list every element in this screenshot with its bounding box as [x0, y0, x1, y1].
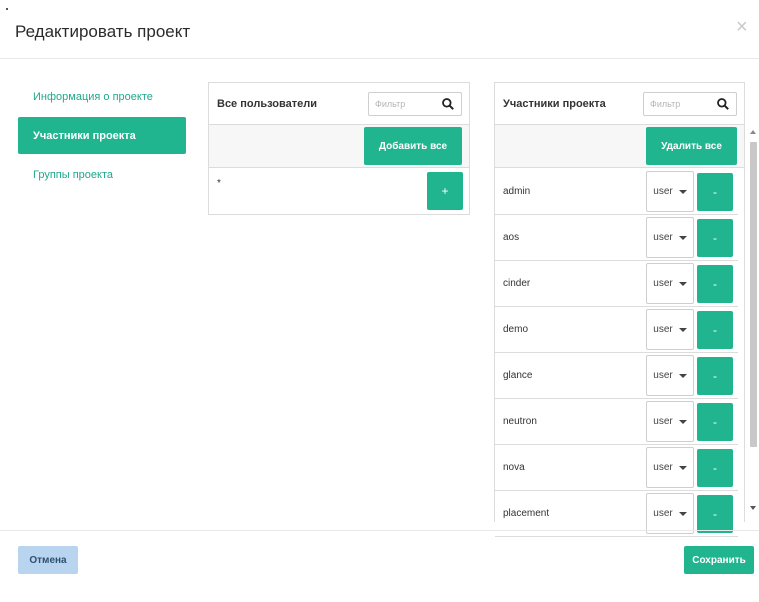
header-divider — [0, 58, 759, 59]
nav-item-label: Информация о проекте — [33, 90, 153, 103]
table-row: neutron user - — [495, 399, 738, 445]
remove-member-button[interactable]: - — [697, 218, 733, 257]
scroll-down-icon[interactable] — [750, 506, 756, 510]
role-value: user — [653, 324, 673, 335]
members-list: admin user - aos user - cinder user - de… — [495, 169, 738, 602]
remove-member-button[interactable]: - — [697, 310, 733, 349]
all-users-panel: Все пользователи Добавить все * + — [208, 82, 470, 215]
role-select[interactable]: user — [646, 355, 694, 396]
table-row: glance user - — [495, 353, 738, 399]
cancel-button[interactable]: Отмена — [18, 546, 78, 574]
caret-down-icon — [678, 465, 687, 470]
role-select[interactable]: user — [646, 493, 694, 534]
caret-down-icon — [678, 281, 687, 286]
list-item: * + — [209, 168, 469, 214]
all-users-filter-input[interactable] — [375, 98, 441, 109]
caret-down-icon — [678, 235, 687, 240]
members-title: Участники проекта — [503, 97, 606, 110]
table-row: cinder user - — [495, 261, 738, 307]
modal-title: Редактировать проект — [15, 22, 191, 41]
member-name: admin — [503, 186, 531, 197]
members-filter — [643, 91, 737, 116]
member-name: cinder — [503, 278, 531, 289]
add-user-button[interactable]: + — [427, 172, 463, 210]
remove-member-button[interactable]: - — [697, 448, 733, 487]
role-value: user — [653, 278, 673, 289]
search-icon[interactable] — [716, 97, 730, 111]
role-value: user — [653, 370, 673, 381]
caret-down-icon — [678, 419, 687, 424]
nav-item-project-info[interactable]: Информация о проекте — [18, 78, 186, 115]
member-name: placement — [503, 508, 550, 519]
member-name: demo — [503, 324, 529, 335]
role-select[interactable]: user — [646, 217, 694, 258]
remove-all-button[interactable]: Удалить все — [646, 127, 737, 165]
side-nav: Информация о проекте Участники проекта Г… — [18, 78, 186, 195]
nav-item-project-groups[interactable]: Группы проекта — [18, 156, 186, 193]
caret-down-icon — [678, 327, 687, 332]
table-row: admin user - — [495, 169, 738, 215]
role-value: user — [653, 232, 673, 243]
user-name: * — [217, 178, 221, 189]
all-users-filter — [368, 91, 462, 116]
remove-member-button[interactable]: - — [697, 402, 733, 441]
search-icon[interactable] — [441, 97, 455, 111]
table-row: aos user - — [495, 215, 738, 261]
scrollbar-thumb[interactable] — [750, 142, 757, 447]
role-select[interactable]: user — [646, 309, 694, 350]
save-button[interactable]: Сохранить — [684, 546, 754, 574]
member-name: glance — [503, 370, 533, 381]
role-select[interactable]: user — [646, 171, 694, 212]
close-icon[interactable]: × — [736, 17, 748, 37]
member-name: aos — [503, 232, 520, 243]
add-all-button[interactable]: Добавить все — [364, 127, 462, 165]
corner-dot — [6, 8, 8, 10]
role-select[interactable]: user — [646, 447, 694, 488]
caret-down-icon — [678, 373, 687, 378]
member-name: nova — [503, 462, 525, 473]
table-row: demo user - — [495, 307, 738, 353]
role-value: user — [653, 416, 673, 427]
table-row: nova user - — [495, 445, 738, 491]
role-value: user — [653, 508, 673, 519]
role-select[interactable]: user — [646, 401, 694, 442]
all-users-title: Все пользователи — [217, 97, 317, 110]
caret-down-icon — [678, 189, 687, 194]
remove-member-button[interactable]: - — [697, 356, 733, 395]
role-value: user — [653, 186, 673, 197]
members-panel: Участники проекта Удалить все admin user… — [494, 82, 745, 537]
nav-item-project-members[interactable]: Участники проекта — [18, 117, 186, 154]
footer-divider — [0, 530, 759, 531]
members-filter-input[interactable] — [650, 98, 716, 109]
remove-member-button[interactable]: - — [697, 172, 733, 211]
members-actions: Удалить все — [495, 125, 744, 168]
members-header: Участники проекта — [495, 83, 744, 125]
scroll-up-icon[interactable] — [750, 130, 756, 134]
nav-item-label: Участники проекта — [33, 129, 136, 142]
remove-member-button[interactable]: - — [697, 264, 733, 303]
role-select[interactable]: user — [646, 263, 694, 304]
remove-member-button[interactable]: - — [697, 494, 733, 533]
caret-down-icon — [678, 511, 687, 516]
all-users-header: Все пользователи — [209, 83, 469, 125]
members-scrollbar[interactable] — [748, 130, 759, 521]
all-users-actions: Добавить все — [209, 125, 469, 168]
nav-item-label: Группы проекта — [33, 168, 113, 181]
role-value: user — [653, 462, 673, 473]
member-name: neutron — [503, 416, 537, 427]
